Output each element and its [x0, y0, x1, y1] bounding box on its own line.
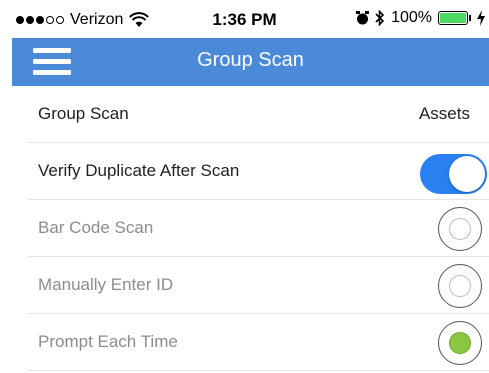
prompt-each-time-label: Prompt Each Time	[38, 332, 178, 351]
alarm-icon	[356, 11, 370, 25]
verify-duplicate-row: Verify Duplicate After Scan	[28, 143, 489, 200]
manually-enter-id-radio[interactable]	[438, 264, 482, 308]
bar-code-scan-label: Bar Code Scan	[38, 218, 154, 237]
bar-code-scan-radio[interactable]	[438, 207, 482, 251]
verify-duplicate-label: Verify Duplicate After Scan	[38, 161, 240, 180]
battery-fill	[440, 13, 466, 23]
group-scan-value: Assets	[418, 104, 470, 123]
charging-icon	[477, 10, 485, 26]
radio-indicator	[449, 218, 471, 240]
toggle-knob	[449, 156, 485, 192]
nav-bar: Group Scan	[12, 38, 489, 86]
battery-icon	[438, 11, 471, 25]
group-scan-row[interactable]: Group Scan Assets	[28, 86, 489, 143]
battery-percent: 100%	[391, 9, 432, 26]
status-bar: Verizon 1:36 PM 100%	[0, 0, 489, 40]
bar-code-scan-row[interactable]: Bar Code Scan	[28, 200, 489, 257]
manually-enter-id-label: Manually Enter ID	[38, 275, 174, 294]
verify-duplicate-toggle[interactable]	[420, 154, 487, 194]
bluetooth-icon	[375, 10, 385, 26]
settings-list: Group Scan Assets Verify Duplicate After…	[28, 86, 489, 371]
status-right: 100%	[356, 9, 485, 27]
prompt-each-time-row[interactable]: Prompt Each Time	[28, 314, 489, 371]
radio-indicator	[449, 275, 471, 297]
page-title: Group Scan	[197, 49, 304, 71]
group-scan-label: Group Scan	[38, 104, 129, 123]
radio-indicator-selected	[449, 332, 471, 354]
prompt-each-time-radio[interactable]	[438, 321, 482, 365]
manually-enter-id-row[interactable]: Manually Enter ID	[28, 257, 489, 314]
